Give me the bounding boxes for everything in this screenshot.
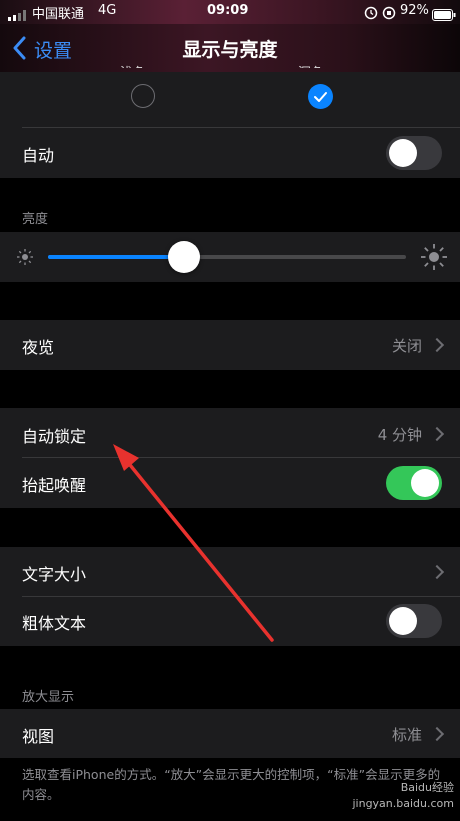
annotation-arrow: [113, 444, 274, 642]
